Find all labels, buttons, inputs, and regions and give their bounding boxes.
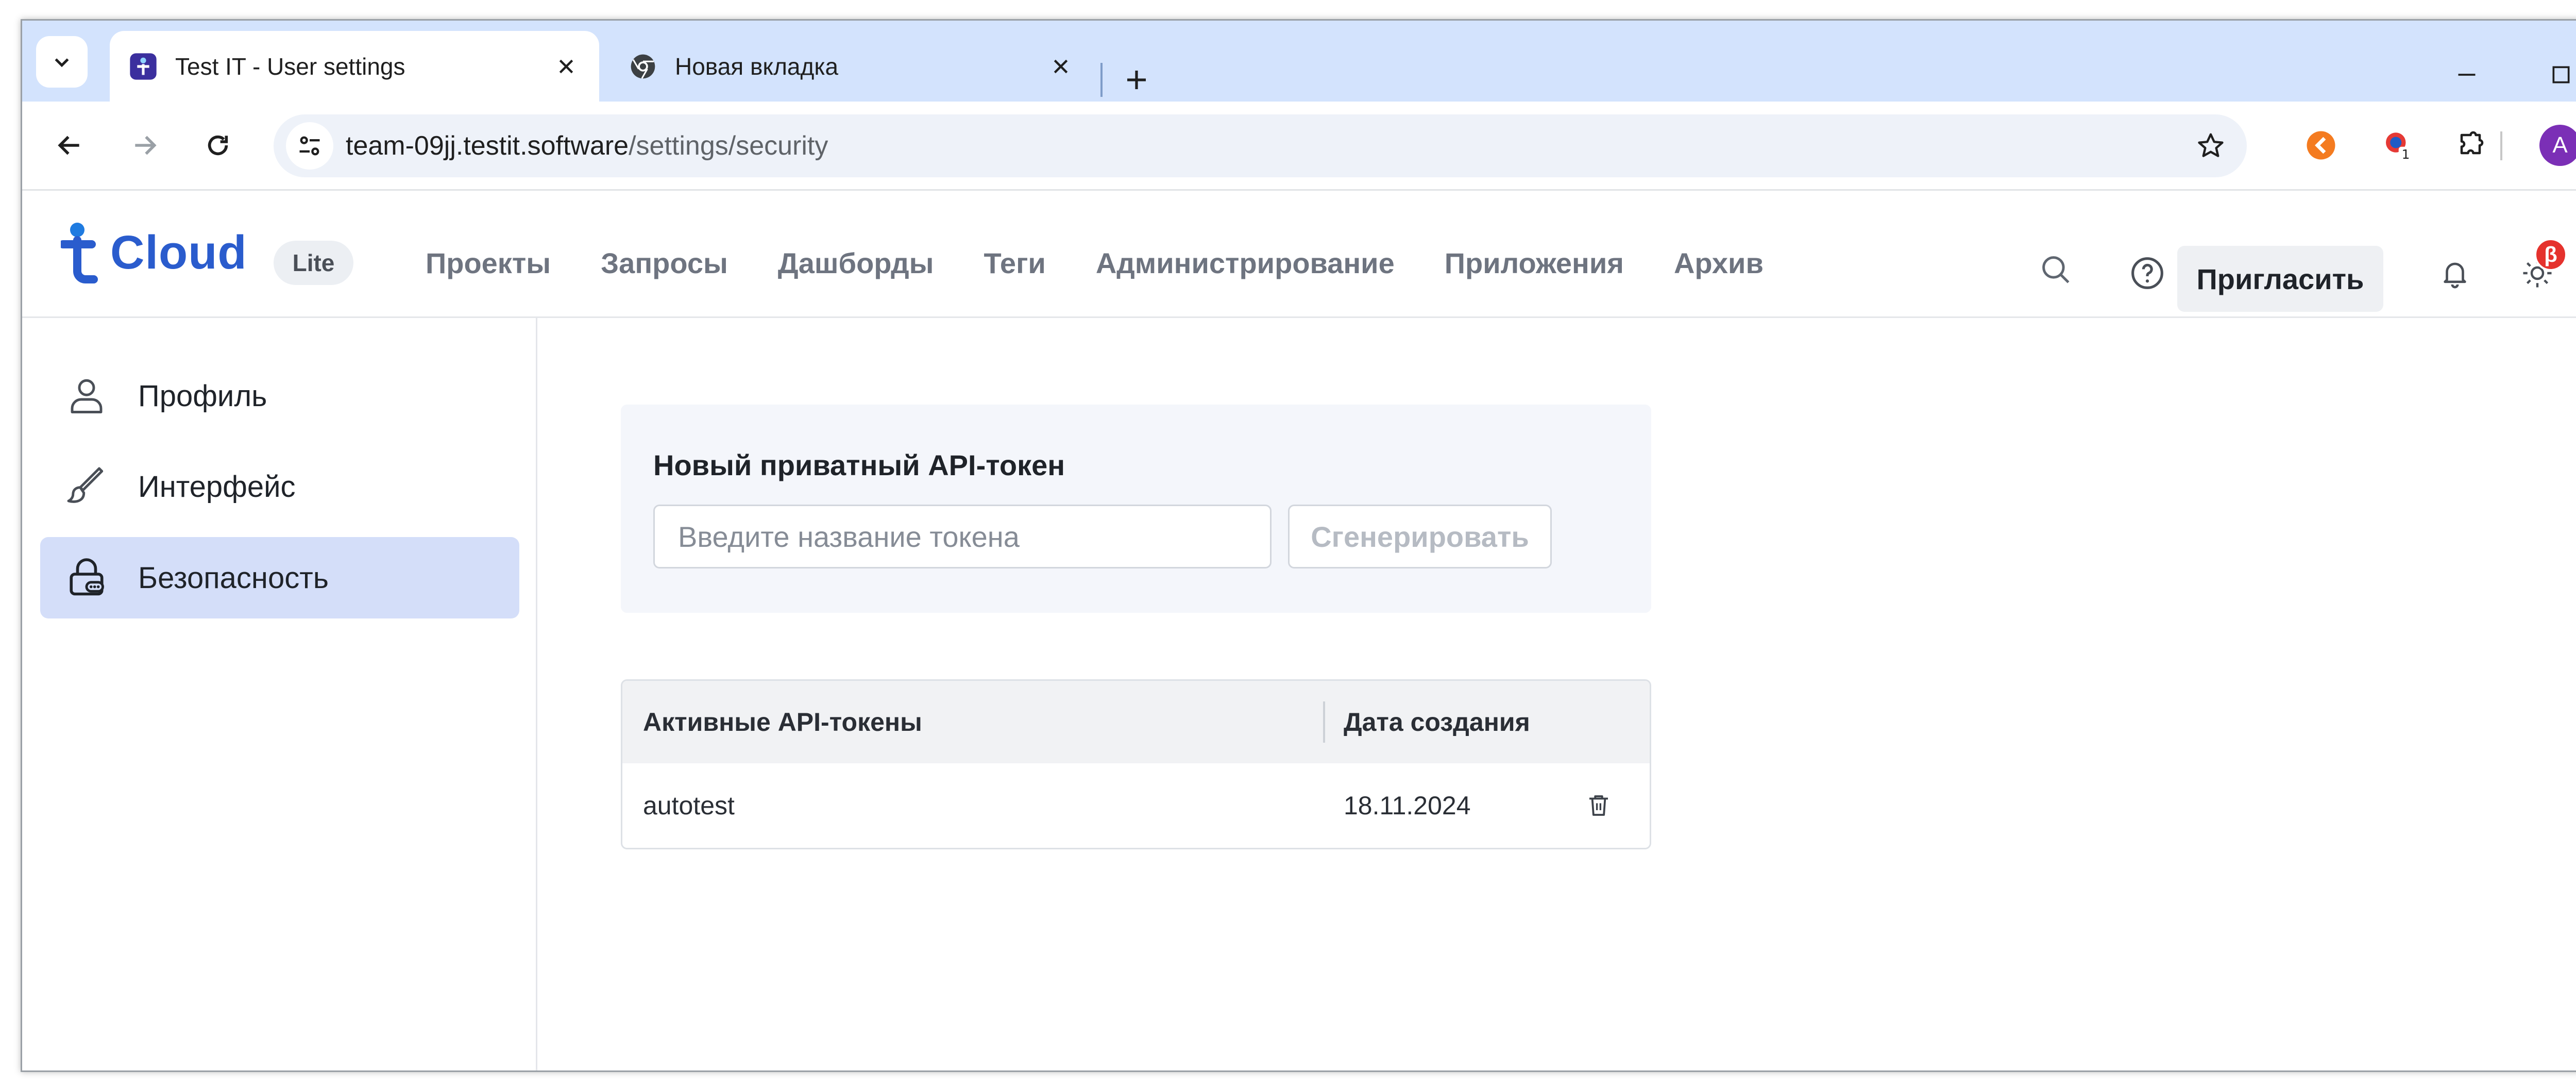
arrow-left-icon [58, 136, 79, 155]
plan-badge: Lite [274, 241, 353, 285]
new-token-card: Новый приватный API-токен Сгенерировать [621, 405, 1651, 613]
invite-button[interactable]: Пригласить [2177, 246, 2383, 312]
trash-icon [1589, 795, 1608, 816]
extension-bug-button[interactable]: 1 [2377, 125, 2418, 166]
beta-badge: β [2534, 238, 2567, 271]
site-info-button[interactable] [286, 122, 333, 170]
new-tab-button[interactable] [1114, 58, 1158, 102]
testit-favicon-icon [128, 51, 159, 82]
back-button[interactable] [44, 120, 95, 171]
column-separator [1323, 701, 1325, 743]
bell-icon [2444, 262, 2466, 289]
new-token-title: Новый приватный API-токен [653, 449, 1065, 481]
search-icon [2042, 256, 2070, 283]
delete-token-button[interactable] [1578, 785, 1619, 826]
column-header-tokens: Активные API-токены [643, 708, 922, 737]
bookmark-star-button[interactable] [2190, 125, 2231, 166]
star-icon [2198, 133, 2224, 157]
nav-archive[interactable]: Архив [1674, 246, 1764, 280]
nav-requests[interactable]: Запросы [601, 246, 728, 280]
sidebar-item-label: Безопасность [138, 561, 329, 595]
token-name-input[interactable] [653, 505, 1272, 568]
app-header: Cloud Lite Проекты Запросы Дашборды Теги… [22, 191, 2576, 318]
sidebar-item-label: Профиль [138, 379, 267, 413]
tune-icon [299, 136, 320, 156]
brush-icon [63, 463, 110, 510]
tab-title: Test IT - User settings [175, 53, 405, 80]
browser-window: Test IT - User settings Новая вкладка te… [21, 19, 2576, 1072]
search-button[interactable] [2032, 246, 2079, 293]
main-nav: Проекты Запросы Дашборды Теги Администри… [426, 237, 1814, 289]
bug-extension-icon: 1 [2386, 132, 2413, 162]
logo-text: Cloud [110, 226, 247, 279]
lock-icon [63, 555, 110, 601]
help-icon [2131, 257, 2163, 289]
tab-new-tab[interactable]: Новая вкладка [609, 31, 1094, 102]
tab-separator [1100, 63, 1103, 97]
nav-projects[interactable]: Проекты [426, 246, 551, 280]
extension-badge: 1 [2402, 147, 2410, 162]
close-tab-icon[interactable] [551, 51, 582, 82]
address-bar[interactable]: team-09jj.testit.software/settings/secur… [274, 114, 2247, 177]
column-header-created: Дата создания [1344, 708, 1530, 737]
table-row: autotest 18.11.2024 [622, 763, 1650, 848]
sidebar-item-interface[interactable]: Интерфейс [40, 446, 519, 527]
token-name-cell: autotest [643, 791, 735, 820]
tab-strip: Test IT - User settings Новая вкладка [22, 21, 2576, 102]
maximize-button[interactable] [2535, 49, 2576, 101]
settings-sidebar: Профиль Интерфейс Безопасность [22, 318, 537, 1070]
nav-dashboards[interactable]: Дашборды [778, 246, 934, 280]
url-host: team-09jj.testit.software [346, 131, 629, 161]
puzzle-icon [2460, 131, 2484, 155]
chevron-down-icon [55, 58, 69, 68]
testit-logo-icon [61, 223, 98, 283]
nav-administration[interactable]: Администрирование [1096, 246, 1395, 280]
browser-toolbar: team-09jj.testit.software/settings/secur… [22, 102, 2576, 191]
url-text[interactable]: team-09jj.testit.software/settings/secur… [346, 114, 828, 177]
extension-orange-button[interactable] [2300, 125, 2342, 166]
extensions-button[interactable] [2451, 125, 2493, 166]
plus-icon [1127, 70, 1146, 89]
tab-search-button[interactable] [36, 36, 88, 88]
nav-applications[interactable]: Приложения [1445, 246, 1624, 280]
reload-icon [208, 135, 228, 156]
sidebar-item-label: Интерфейс [138, 470, 296, 504]
url-path: /settings/security [629, 131, 828, 161]
minimize-icon [2458, 74, 2476, 76]
sidebar-item-security[interactable]: Безопасность [40, 537, 519, 618]
arrow-right-icon [135, 136, 157, 155]
user-icon [63, 373, 110, 419]
app-logo[interactable]: Cloud [61, 222, 247, 283]
generate-token-button[interactable]: Сгенерировать [1288, 505, 1552, 568]
help-button[interactable] [2124, 250, 2171, 296]
maximize-icon [2552, 66, 2570, 83]
browser-profile-button[interactable]: A [2539, 125, 2576, 166]
sidebar-item-profile[interactable]: Профиль [40, 355, 519, 437]
reload-button[interactable] [192, 120, 244, 171]
tab-user-settings[interactable]: Test IT - User settings [110, 31, 599, 102]
notifications-button[interactable] [2432, 250, 2478, 296]
minimize-button[interactable] [2441, 49, 2493, 101]
chrome-icon [628, 51, 658, 82]
close-tab-icon[interactable] [1045, 51, 1076, 82]
forward-button[interactable] [119, 120, 171, 171]
toolbar-separator [2500, 131, 2502, 160]
active-tokens-table: Активные API-токены Дата создания autote… [621, 679, 1651, 849]
tab-title: Новая вкладка [675, 53, 839, 80]
orange-extension-icon [2307, 131, 2335, 160]
nav-tags[interactable]: Теги [984, 246, 1046, 280]
token-created-cell: 18.11.2024 [1344, 791, 1471, 820]
table-header: Активные API-токены Дата создания [622, 681, 1650, 763]
